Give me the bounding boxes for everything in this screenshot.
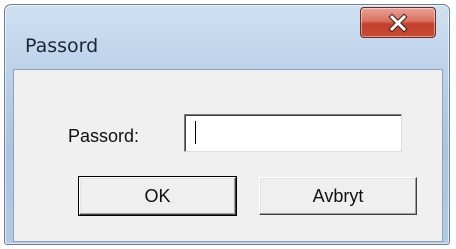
password-label: Passord: <box>68 126 140 146</box>
window-title: Passord <box>25 35 99 57</box>
close-button[interactable] <box>360 7 436 38</box>
dialog-window: Passord Passord: OK Avbryt <box>4 4 450 245</box>
dialog-body: Passord: OK Avbryt <box>13 69 443 242</box>
cancel-button[interactable]: Avbryt <box>259 177 417 215</box>
close-icon <box>388 12 408 33</box>
ok-button[interactable]: OK <box>78 176 237 216</box>
title-bar[interactable]: Passord <box>5 5 449 61</box>
text-caret <box>195 121 196 144</box>
password-input[interactable] <box>184 114 402 152</box>
